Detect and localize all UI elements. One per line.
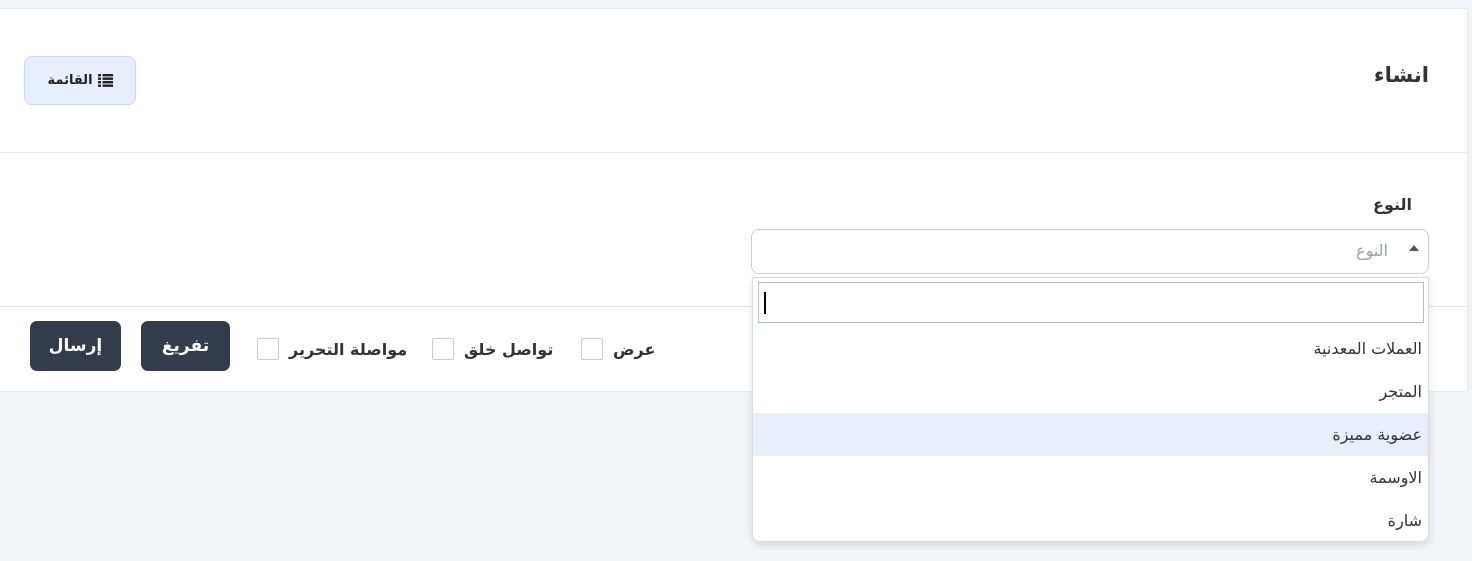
submit-button[interactable]: إرسال <box>30 321 121 371</box>
caret-up-icon <box>1409 245 1419 251</box>
reset-button[interactable]: تفريغ <box>141 321 230 371</box>
continue-creating-label: تواصل خلق <box>464 339 554 359</box>
page-title: انشاء <box>1373 63 1429 87</box>
continue-editing-checkbox[interactable] <box>257 338 279 360</box>
type-select-placeholder: النوع <box>1356 241 1388 260</box>
dropdown-option[interactable]: الاوسمة <box>753 456 1428 499</box>
type-field-label: النوع <box>1373 195 1412 214</box>
continue-editing-option: مواصلة التحرير <box>257 337 407 361</box>
text-cursor <box>764 292 766 314</box>
type-select[interactable]: النوع <box>751 229 1429 274</box>
list-icon <box>97 74 113 87</box>
view-label: عرض <box>613 339 656 359</box>
view-checkbox[interactable] <box>581 338 603 360</box>
list-button-label: القائمة <box>47 73 93 88</box>
dropdown-option[interactable]: العملات المعدنية <box>753 327 1428 370</box>
dropdown-option[interactable]: شارة <box>753 499 1428 541</box>
dropdown-option-highlighted[interactable]: عضوية مميزة <box>753 413 1428 456</box>
type-dropdown: العملات المعدنية المتجر عضوية مميزة الاو… <box>752 277 1429 542</box>
continue-editing-label: مواصلة التحرير <box>289 339 408 359</box>
continue-creating-option: تواصل خلق <box>432 337 553 361</box>
card-header: انشاء القائمة <box>0 9 1467 153</box>
list-button[interactable]: القائمة <box>24 56 136 105</box>
dropdown-option[interactable]: المتجر <box>753 370 1428 413</box>
dropdown-search-input[interactable] <box>758 282 1424 323</box>
continue-creating-checkbox[interactable] <box>432 338 454 360</box>
view-option: عرض <box>581 337 655 361</box>
